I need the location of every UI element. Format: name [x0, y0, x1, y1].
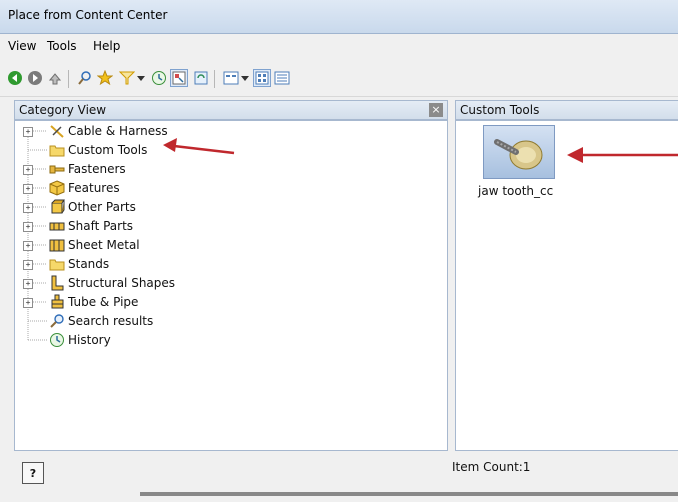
close-icon[interactable]: × — [429, 103, 443, 117]
category-view-header: Category View × — [14, 100, 448, 120]
tree-item-label: History — [68, 333, 111, 347]
window-bottom-edge — [140, 492, 678, 496]
structural-icon — [49, 275, 65, 291]
tree-item-label: Stands — [68, 257, 110, 271]
tree-item-history[interactable]: History — [15, 331, 315, 350]
refresh-icon[interactable] — [192, 69, 210, 87]
expand-icon[interactable]: + — [23, 279, 33, 289]
window-title: Place from Content Center — [8, 8, 168, 22]
history-icon — [49, 332, 65, 348]
menu-tools[interactable]: Tools — [47, 39, 77, 53]
content-view: jaw tooth_cc — [455, 120, 678, 451]
expand-icon[interactable]: + — [23, 203, 33, 213]
expand-icon[interactable]: + — [23, 165, 33, 175]
part-thumbnail-icon — [483, 125, 555, 179]
tree-item-label: Shaft Parts — [68, 219, 134, 233]
expand-icon[interactable]: + — [23, 241, 33, 251]
filter-icon[interactable] — [118, 69, 136, 87]
folder-icon — [49, 256, 65, 272]
expand-icon[interactable]: + — [23, 260, 33, 270]
tree-item-fasteners[interactable]: + Fasteners — [15, 160, 315, 179]
view-dropdown-icon[interactable] — [240, 69, 250, 87]
toolbar-separator — [68, 70, 69, 88]
search-icon[interactable] — [76, 69, 94, 87]
tree-item-label: Other Parts — [68, 200, 136, 214]
details-view-icon[interactable] — [273, 69, 291, 87]
expand-icon[interactable]: + — [23, 184, 33, 194]
shaft-icon — [49, 218, 65, 234]
menu-help[interactable]: Help — [93, 39, 120, 53]
item-count: Item Count:1 — [452, 460, 531, 474]
tree-item-label: Search results — [68, 314, 154, 328]
tree-item-label: Cable & Harness — [68, 124, 168, 138]
tree-item-features[interactable]: + Features — [15, 179, 315, 198]
tree-item-label: Features — [68, 181, 120, 195]
menu-view[interactable]: View — [8, 39, 36, 53]
tree-item-stands[interactable]: + Stands — [15, 255, 315, 274]
dropdown-icon[interactable] — [136, 69, 146, 87]
expand-icon[interactable]: + — [23, 222, 33, 232]
folder-icon — [49, 142, 65, 158]
tree-item-sheet-metal[interactable]: + Sheet Metal — [15, 236, 315, 255]
status-bar: ? Item Count:1 — [0, 452, 678, 492]
expand-icon[interactable]: + — [23, 298, 33, 308]
search-icon — [49, 313, 65, 329]
tree-item-label: Sheet Metal — [68, 238, 140, 252]
tree-item-label: Custom Tools — [68, 143, 148, 157]
up-icon[interactable] — [46, 69, 64, 87]
toolbar — [0, 60, 678, 97]
help-button[interactable]: ? — [22, 462, 44, 484]
view-options-icon[interactable] — [222, 69, 240, 87]
large-icons-view-icon[interactable] — [253, 69, 271, 87]
title-bar[interactable]: Place from Content Center — [0, 0, 678, 34]
tree-item-label: Fasteners — [68, 162, 126, 176]
forward-icon[interactable] — [26, 69, 44, 87]
tree-view-icon[interactable] — [170, 69, 188, 87]
toolbar-separator — [214, 70, 215, 88]
sheet-metal-icon — [49, 237, 65, 253]
custom-tools-header: Custom Tools — [455, 100, 678, 120]
favorites-icon[interactable] — [96, 69, 114, 87]
tree-item-structural-shapes[interactable]: + Structural Shapes — [15, 274, 315, 293]
tree-item-search-results[interactable]: Search results — [15, 312, 315, 331]
content-center-window: Place from Content Center View Tools Hel… — [0, 0, 678, 502]
tube-pipe-icon — [49, 294, 65, 310]
menu-bar: View Tools Help — [0, 34, 678, 58]
custom-tools-title: Custom Tools — [460, 103, 540, 117]
other-parts-icon — [49, 199, 65, 215]
back-icon[interactable] — [6, 69, 24, 87]
tree-item-other-parts[interactable]: + Other Parts — [15, 198, 315, 217]
tree-item-tube-pipe[interactable]: + Tube & Pipe — [15, 293, 315, 312]
content-item-label: jaw tooth_cc — [478, 184, 554, 198]
annotation-arrow-left — [163, 138, 235, 155]
tree-item-label: Tube & Pipe — [68, 295, 139, 309]
expand-icon[interactable]: + — [23, 127, 33, 137]
tree-item-label: Structural Shapes — [68, 276, 176, 290]
fastener-icon — [49, 161, 65, 177]
history-icon[interactable] — [150, 69, 168, 87]
category-view-title: Category View — [19, 103, 107, 117]
cable-icon — [49, 123, 65, 139]
features-icon — [49, 180, 65, 196]
annotation-arrow-right — [567, 147, 678, 163]
category-tree: + Cable & Harness Custom Tools + Fastene… — [14, 120, 448, 451]
tree-item-shaft-parts[interactable]: + Shaft Parts — [15, 217, 315, 236]
